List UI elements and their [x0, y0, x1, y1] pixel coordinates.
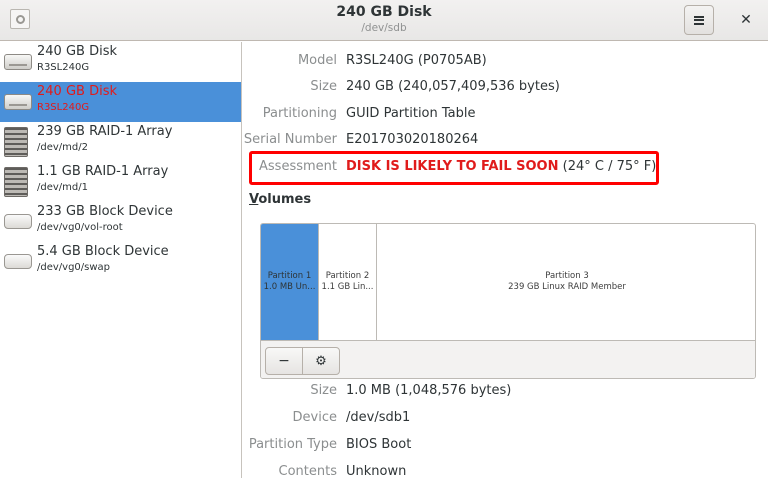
disk-details-panel: Model R3SL240G (P0705AB) Size 240 GB (24…	[243, 42, 768, 479]
delete-partition-button[interactable]: −	[265, 347, 303, 375]
menu-button[interactable]	[684, 5, 714, 35]
partitioning-value: GUID Partition Table	[346, 106, 476, 121]
window-subtitle: /dev/sdb	[361, 22, 407, 34]
drive-subtitle: R3SL240G	[37, 62, 90, 73]
partition-contents-label: Contents	[278, 464, 337, 479]
assessment-temperature: (24° C / 75° F)	[562, 159, 657, 174]
header-bar: 240 GB Disk /dev/sdb ✕	[0, 0, 768, 41]
drive-subtitle: /dev/vg0/swap	[37, 262, 111, 273]
model-value: R3SL240G (P0705AB)	[346, 53, 487, 68]
partition-device-value: /dev/sdb1	[346, 410, 411, 425]
hamburger-menu-icon	[694, 15, 704, 25]
partition-options-button[interactable]: ⚙	[302, 347, 340, 375]
assessment-label: Assessment	[259, 159, 337, 174]
partition-size-label: Size	[310, 383, 337, 398]
drive-name: 1.1 GB RAID-1 Array	[37, 164, 169, 179]
model-row: Model R3SL240G (P0705AB)	[243, 51, 768, 71]
drive-name: 239 GB RAID-1 Array	[37, 124, 173, 139]
partition-size-row: Size 1.0 MB (1,048,576 bytes)	[243, 381, 768, 401]
partition-device-row: Device /dev/sdb1	[243, 408, 768, 428]
partition-type-label: Partition Type	[248, 437, 337, 452]
drive-subtitle: /dev/md/1	[37, 182, 88, 193]
partition-type-value: BIOS Boot	[346, 437, 412, 452]
block-device-icon	[4, 254, 32, 269]
volumes-heading: Volumes	[249, 192, 312, 207]
drive-subtitle: /dev/md/2	[37, 142, 88, 153]
serial-number-row: Serial Number E201703020180264	[243, 130, 768, 150]
gear-icon: ⚙	[315, 353, 327, 369]
partition-label: Partition 3	[545, 271, 589, 281]
drive-item-raid-md2[interactable]: 239 GB RAID-1 Array /dev/md/2	[0, 122, 241, 162]
assessment-row: Assessment DISK IS LIKELY TO FAIL SOON (…	[243, 157, 768, 177]
partition-label: Partition 2	[325, 271, 370, 281]
partition-device-label: Device	[292, 410, 337, 425]
drive-list: 240 GB Disk R3SL240G 240 GB Disk R3SL240…	[0, 42, 242, 478]
size-row: Size 240 GB (240,057,409,536 bytes)	[243, 77, 768, 97]
partition-type-row: Partition Type BIOS Boot	[243, 435, 768, 455]
hard-disk-icon	[4, 94, 32, 110]
size-label: Size	[310, 79, 337, 94]
block-device-icon	[4, 214, 32, 229]
assessment-warning: DISK IS LIKELY TO FAIL SOON	[346, 159, 559, 174]
partition-2-block[interactable]: Partition 2 1.1 GB Lin...	[319, 224, 377, 340]
partitioning-label: Partitioning	[262, 106, 337, 121]
size-value: 240 GB (240,057,409,536 bytes)	[346, 79, 560, 94]
model-label: Model	[297, 53, 337, 68]
close-button[interactable]: ✕	[734, 9, 758, 31]
close-icon: ✕	[740, 12, 752, 28]
drive-item-240gb-disk-2[interactable]: 240 GB Disk R3SL240G	[0, 82, 241, 122]
window-title: 240 GB Disk	[336, 4, 432, 20]
drive-item-swap[interactable]: 5.4 GB Block Device /dev/vg0/swap	[0, 242, 241, 282]
hard-disk-icon	[4, 54, 32, 70]
partition-label: Partition 1	[267, 271, 312, 281]
partition-size-value: 1.0 MB (1,048,576 bytes)	[346, 383, 512, 398]
volumes-toolbar: − ⚙	[261, 340, 755, 378]
partition-detail: 1.0 MB Un...	[263, 282, 316, 292]
partitioning-row: Partitioning GUID Partition Table	[243, 104, 768, 124]
serial-number-label: Serial Number	[243, 132, 337, 147]
partition-1-block[interactable]: Partition 1 1.0 MB Un...	[261, 224, 319, 340]
partition-detail: 1.1 GB Lin...	[321, 282, 374, 292]
window-title-area: 240 GB Disk /dev/sdb	[0, 3, 768, 35]
drive-subtitle: R3SL240G	[37, 102, 90, 113]
assessment-value: DISK IS LIKELY TO FAIL SOON (24° C / 75°…	[346, 157, 656, 177]
drive-name: 5.4 GB Block Device	[37, 244, 169, 259]
minus-icon: −	[278, 353, 290, 369]
partition-3-block[interactable]: Partition 3 239 GB Linux RAID Member	[377, 224, 755, 340]
raid-array-icon	[4, 167, 28, 197]
drive-subtitle: /dev/vg0/vol-root	[37, 222, 123, 233]
serial-number-value: E201703020180264	[346, 132, 479, 147]
partition-detail: 239 GB Linux RAID Member	[508, 282, 626, 292]
drive-item-240gb-disk-1[interactable]: 240 GB Disk R3SL240G	[0, 42, 241, 82]
drive-name: 240 GB Disk	[37, 44, 117, 59]
drive-item-raid-md1[interactable]: 1.1 GB RAID-1 Array /dev/md/1	[0, 162, 241, 202]
raid-array-icon	[4, 127, 28, 157]
partition-contents-value: Unknown	[346, 464, 407, 479]
drive-item-vol-root[interactable]: 233 GB Block Device /dev/vg0/vol-root	[0, 202, 241, 242]
partition-contents-row: Contents Unknown	[243, 462, 768, 482]
drive-name: 233 GB Block Device	[37, 204, 173, 219]
drive-name: 240 GB Disk	[37, 84, 117, 99]
volumes-map: Partition 1 1.0 MB Un... Partition 2 1.1…	[260, 223, 756, 379]
